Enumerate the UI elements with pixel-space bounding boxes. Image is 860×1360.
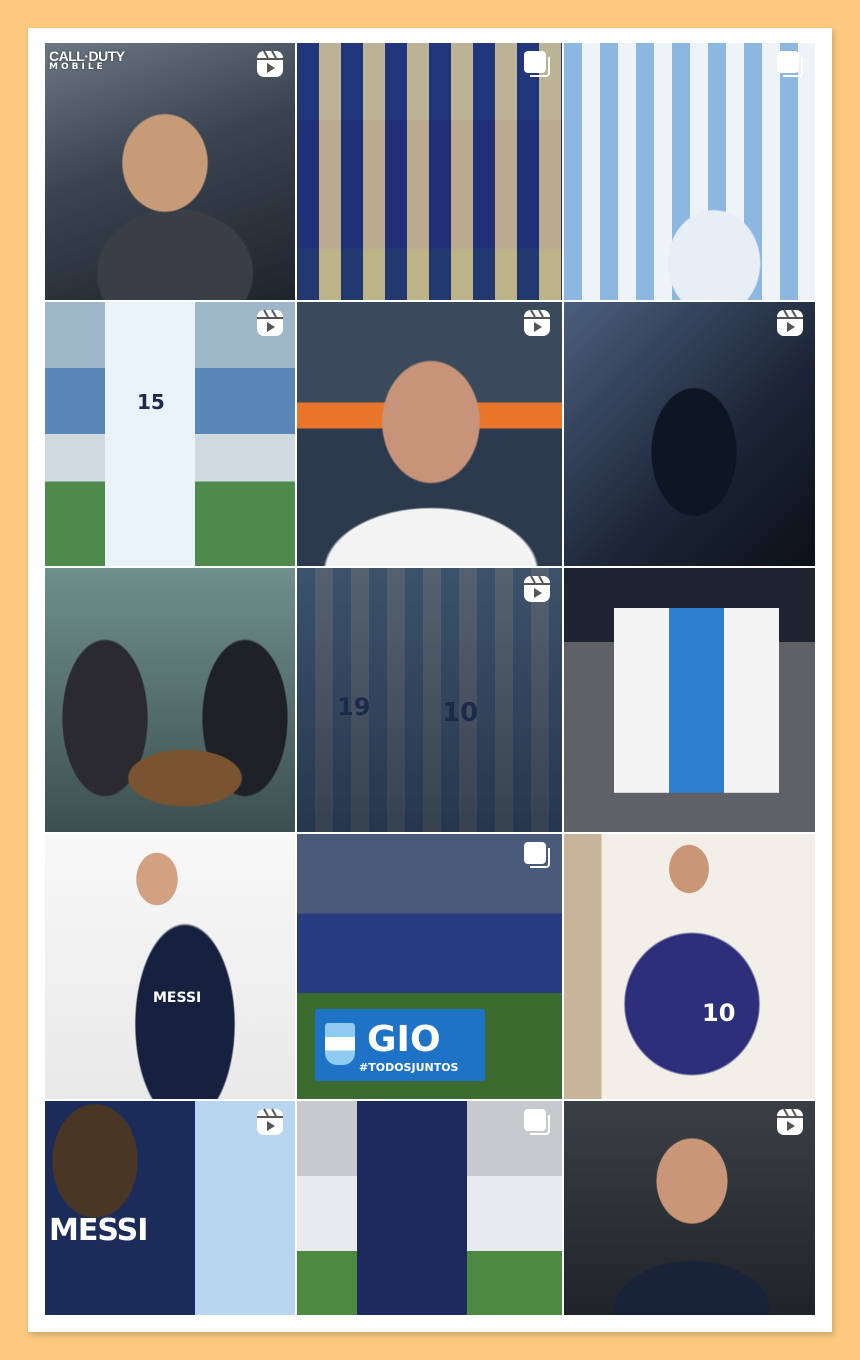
- tile-portrait-jacket[interactable]: [563, 1100, 816, 1316]
- multi-photo-icon: [775, 49, 805, 79]
- tile-chess-game[interactable]: [44, 567, 296, 833]
- tile-portrait-stadium[interactable]: [296, 301, 563, 567]
- reel-icon: [255, 1107, 285, 1137]
- tile-jersey-15-pitch[interactable]: 15: [44, 301, 296, 567]
- jersey-number-15: 15: [137, 390, 165, 414]
- reel-icon: [522, 574, 552, 604]
- banner-title: GIO: [367, 1019, 441, 1060]
- reel-icon: [255, 308, 285, 338]
- multi-photo-icon: [522, 840, 552, 870]
- tile-celebration-crowd[interactable]: [563, 42, 816, 301]
- tile-team-photo-gio[interactable]: GIO #TODOSJUNTOS: [296, 833, 563, 1100]
- reel-icon: [255, 49, 285, 79]
- tile-three-friends-night[interactable]: [563, 567, 816, 833]
- reel-icon: [522, 308, 552, 338]
- tile-psg-match[interactable]: [296, 1100, 563, 1316]
- tile-team-huddle[interactable]: [296, 42, 563, 301]
- todos-juntos-banner: GIO #TODOSJUNTOS: [315, 1009, 485, 1081]
- tile-dark-silhouette[interactable]: [563, 301, 816, 567]
- multi-photo-icon: [522, 1107, 552, 1137]
- jersey-number-10-purple: 10: [702, 999, 736, 1027]
- post-grid: CALL·DUTY MOBILE 15 19 10 MESSI GIO #TOD…: [44, 42, 816, 1316]
- game-logo: CALL·DUTY MOBILE: [49, 49, 125, 72]
- tile-purple-jersey-10[interactable]: 10: [563, 833, 816, 1100]
- reel-icon: [775, 308, 805, 338]
- tile-two-players-argentina[interactable]: 19 10: [296, 567, 563, 833]
- tile-messi-19-back[interactable]: MESSI: [44, 1100, 296, 1316]
- jersey-number-10: 10: [442, 698, 479, 728]
- multi-photo-icon: [522, 49, 552, 79]
- tile-cod-mobile-soldier[interactable]: CALL·DUTY MOBILE: [44, 42, 296, 301]
- banner-hashtag: #TODOSJUNTOS: [359, 1061, 459, 1074]
- hoodie-text: MESSI: [153, 990, 202, 1006]
- afa-crest-icon: [325, 1023, 355, 1065]
- game-logo-line2: MOBILE: [49, 62, 106, 72]
- game-logo-line1: CALL·DUTY: [49, 48, 125, 64]
- reel-icon: [775, 1107, 805, 1137]
- jersey-name: MESSI: [49, 1213, 148, 1248]
- jersey-number-19: 19: [337, 693, 371, 721]
- tile-hard-rock-hoodie[interactable]: MESSI: [44, 833, 296, 1100]
